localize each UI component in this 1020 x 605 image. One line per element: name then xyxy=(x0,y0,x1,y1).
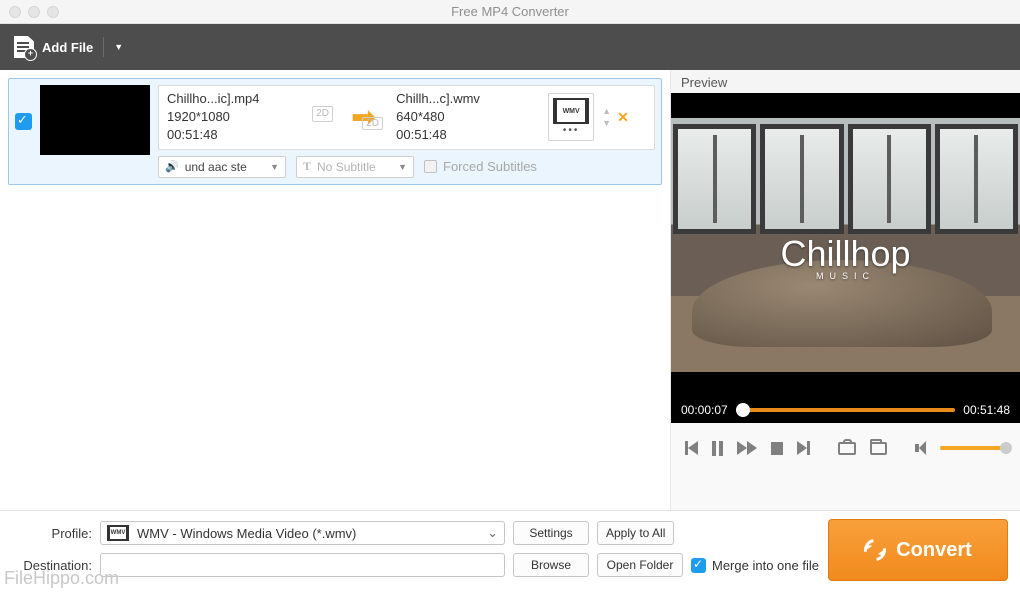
video-overlay-logo: Chillhop MUSIC xyxy=(671,233,1020,281)
open-folder-button[interactable]: Open Folder xyxy=(597,553,683,577)
time-position: 00:00:07 xyxy=(681,403,728,417)
subtitle-icon: T xyxy=(303,159,311,174)
forced-subtitles-label: Forced Subtitles xyxy=(443,159,537,174)
stop-button[interactable] xyxy=(771,442,783,455)
profile-value: WMV - Windows Media Video (*.wmv) xyxy=(137,526,356,541)
browse-button[interactable]: Browse xyxy=(513,553,589,577)
profile-label: Profile: xyxy=(12,526,92,541)
conversion-summary: Chillho...ic].mp4 1920*1080 00:51:48 2D … xyxy=(158,85,655,150)
checkbox-icon xyxy=(424,160,437,173)
audio-track-value: und aac ste xyxy=(185,160,247,174)
settings-button[interactable]: Settings xyxy=(513,521,589,545)
volume-slider[interactable] xyxy=(940,446,1006,450)
item-options-row: 🔊 und aac ste ▼ T No Subtitle ▼ Forced S… xyxy=(158,156,655,178)
remove-item-button[interactable]: ✕ xyxy=(617,109,629,126)
add-file-icon xyxy=(14,36,34,58)
more-icon: ••• xyxy=(563,125,580,136)
chevron-down-icon: ▼ xyxy=(270,162,279,172)
merge-label: Merge into one file xyxy=(712,558,819,573)
add-file-dropdown[interactable]: ▼ xyxy=(114,42,123,52)
title-bar: Free MP4 Converter xyxy=(0,0,1020,24)
preview-header: Preview xyxy=(671,70,1020,93)
dest-2d-badge: 2D xyxy=(362,117,383,130)
preview-panel: Preview Chillhop MUSIC 00:00:07 00:51:48 xyxy=(670,70,1020,510)
speaker-icon: 🔊 xyxy=(165,160,179,173)
snapshot-folder-button[interactable] xyxy=(870,442,887,455)
main-area: Chillho...ic].mp4 1920*1080 00:51:48 2D … xyxy=(0,70,1020,510)
convert-icon xyxy=(860,535,891,566)
time-duration: 00:51:48 xyxy=(963,403,1010,417)
item-checkbox[interactable] xyxy=(15,113,32,130)
add-file-label: Add File xyxy=(42,40,93,55)
toolbar: Add File ▼ xyxy=(0,24,1020,70)
move-up-icon[interactable]: ▲ xyxy=(602,106,611,116)
format-button[interactable]: WMV ••• xyxy=(548,93,594,141)
mute-button[interactable] xyxy=(915,441,926,455)
dest-filename: Chillh...c].wmv xyxy=(396,90,536,108)
file-list: Chillho...ic].mp4 1920*1080 00:51:48 2D … xyxy=(0,70,670,510)
subtitle-select[interactable]: T No Subtitle ▼ xyxy=(296,156,414,178)
audio-track-select[interactable]: 🔊 und aac ste ▼ xyxy=(158,156,286,178)
checkbox-icon xyxy=(691,558,706,573)
chevron-down-icon: ⌄ xyxy=(487,525,498,541)
merge-checkbox[interactable]: Merge into one file xyxy=(691,558,819,573)
convert-button[interactable]: Convert xyxy=(828,519,1008,581)
dest-duration: 00:51:48 xyxy=(396,126,536,144)
source-2d-badge: 2D xyxy=(312,106,333,122)
seek-track[interactable] xyxy=(736,408,956,412)
playback-controls xyxy=(671,423,1020,473)
profile-select[interactable]: WMV WMV - Windows Media Video (*.wmv) ⌄ xyxy=(100,521,505,545)
dest-info: Chillh...c].wmv 640*480 00:51:48 xyxy=(396,90,536,145)
source-filename: Chillho...ic].mp4 xyxy=(167,90,337,108)
destination-input[interactable] xyxy=(100,553,505,577)
window-title: Free MP4 Converter xyxy=(0,4,1020,19)
item-info: Chillho...ic].mp4 1920*1080 00:51:48 2D … xyxy=(158,85,655,178)
convert-label: Convert xyxy=(896,539,972,562)
separator xyxy=(103,37,104,57)
watermark: FileHippo.com xyxy=(4,568,119,589)
item-thumbnail[interactable] xyxy=(40,85,150,155)
source-duration: 00:51:48 xyxy=(167,126,337,144)
wmv-icon: WMV xyxy=(107,525,129,541)
next-button[interactable] xyxy=(797,441,810,455)
format-icon: WMV xyxy=(553,98,589,124)
dest-dimensions: 640*480 xyxy=(396,108,536,126)
fast-forward-button[interactable] xyxy=(737,441,757,455)
add-file-button[interactable]: Add File xyxy=(14,36,93,58)
seek-knob[interactable] xyxy=(736,403,750,417)
chevron-down-icon: ▼ xyxy=(398,162,407,172)
move-down-icon[interactable]: ▼ xyxy=(602,118,611,128)
pause-button[interactable] xyxy=(712,441,723,456)
bottom-panel: Profile: WMV WMV - Windows Media Video (… xyxy=(0,510,1020,589)
video-area: Chillhop MUSIC 00:00:07 00:51:48 xyxy=(671,93,1020,423)
video-frame[interactable]: Chillhop MUSIC xyxy=(671,93,1020,397)
reorder-buttons: ▲ ▼ xyxy=(602,106,611,128)
prev-button[interactable] xyxy=(685,441,698,455)
file-item[interactable]: Chillho...ic].mp4 1920*1080 00:51:48 2D … xyxy=(8,78,662,185)
forced-subtitles-checkbox[interactable]: Forced Subtitles xyxy=(424,159,537,174)
seek-bar: 00:00:07 00:51:48 xyxy=(671,397,1020,423)
source-info: Chillho...ic].mp4 1920*1080 00:51:48 2D xyxy=(167,90,337,145)
subtitle-value: No Subtitle xyxy=(317,160,376,174)
snapshot-button[interactable] xyxy=(838,442,855,455)
apply-to-all-button[interactable]: Apply to All xyxy=(597,521,674,545)
